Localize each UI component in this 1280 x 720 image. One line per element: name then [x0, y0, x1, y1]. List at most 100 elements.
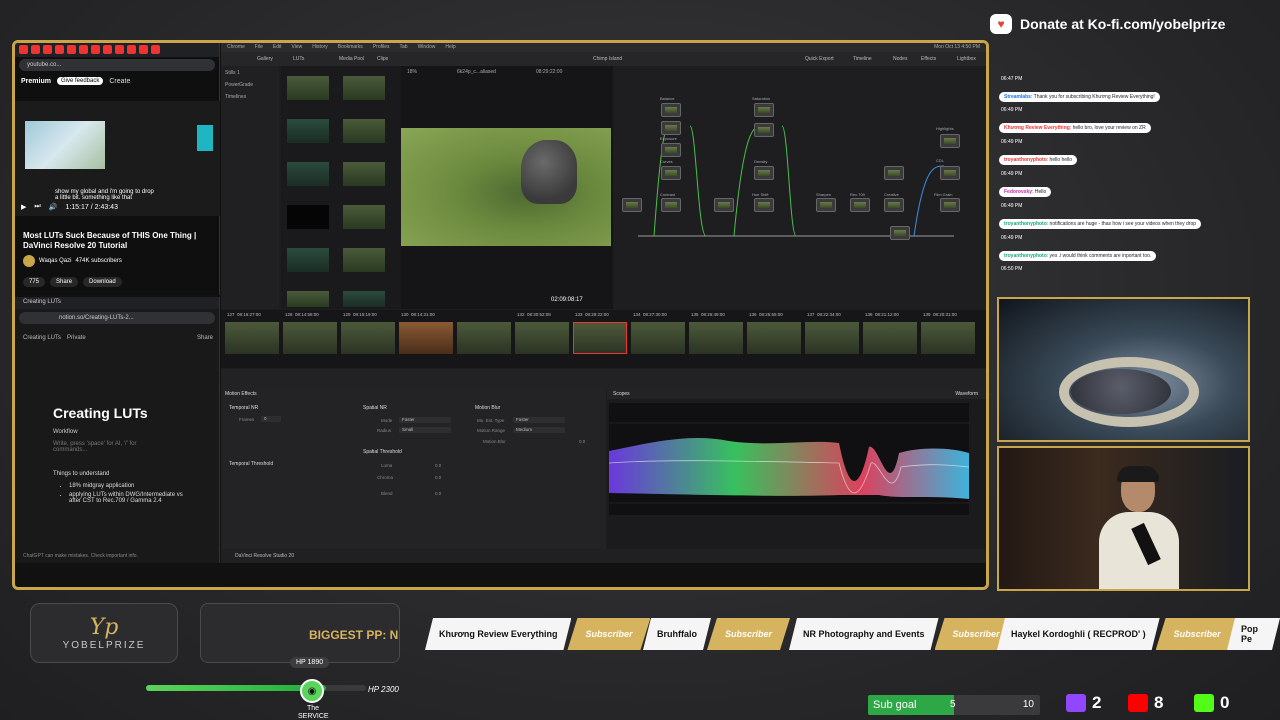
- feedback-button[interactable]: Give feedback: [56, 77, 104, 85]
- node-density[interactable]: [754, 166, 774, 180]
- timeline-clip[interactable]: [225, 322, 279, 354]
- gallery-item[interactable]: Timelines: [225, 94, 275, 100]
- menu-item[interactable]: File: [255, 44, 263, 51]
- nodes-button[interactable]: Nodes: [893, 56, 907, 62]
- still-thumbnail[interactable]: [287, 162, 329, 186]
- blend-value[interactable]: 0.0: [435, 491, 441, 496]
- notion-tab[interactable]: Creating LUTs: [15, 297, 219, 309]
- luma-value[interactable]: 0.0: [435, 463, 441, 468]
- share-button[interactable]: Share: [50, 277, 79, 287]
- still-thumbnail[interactable]: [343, 162, 385, 186]
- mode-dropdown[interactable]: Faster: [399, 417, 451, 423]
- node-contrast[interactable]: [661, 198, 681, 212]
- still-thumbnail[interactable]: [287, 76, 329, 100]
- node-film-grain[interactable]: [940, 198, 960, 212]
- menu-item[interactable]: Edit: [273, 44, 282, 51]
- node-creative[interactable]: [884, 198, 904, 212]
- node-highlights[interactable]: [940, 134, 960, 148]
- timeline-clip[interactable]: [283, 322, 337, 354]
- notion-share-button[interactable]: Share: [197, 335, 213, 341]
- still-thumbnail[interactable]: [343, 248, 385, 272]
- mo-est-dropdown[interactable]: Faster: [513, 417, 565, 423]
- node[interactable]: [884, 166, 904, 180]
- radius-dropdown[interactable]: Small: [399, 427, 451, 433]
- node[interactable]: [754, 123, 774, 137]
- still-thumbnail[interactable]: [287, 119, 329, 143]
- still-thumbnail[interactable]: [343, 76, 385, 100]
- timeline-clip[interactable]: [921, 322, 975, 354]
- node-cdl[interactable]: [940, 166, 960, 180]
- timeline-clip[interactable]: [863, 322, 917, 354]
- create-button[interactable]: Create: [109, 78, 130, 85]
- timeline-clip[interactable]: [631, 322, 685, 354]
- node-input[interactable]: [622, 198, 642, 212]
- still-thumbnail[interactable]: [287, 205, 329, 229]
- gallery-item[interactable]: Stills 1: [225, 70, 275, 76]
- quick-export-button[interactable]: Quick Export: [805, 56, 834, 62]
- frames-field[interactable]: 0: [261, 416, 281, 422]
- lightbox-button[interactable]: Lightbox: [957, 56, 976, 62]
- still-thumbnail[interactable]: [343, 291, 385, 307]
- editor-placeholder[interactable]: Write, press 'space' for AI, '/' for com…: [53, 441, 153, 453]
- node[interactable]: [714, 198, 734, 212]
- menu-item[interactable]: Profiles: [373, 44, 390, 51]
- like-button[interactable]: 775: [23, 277, 46, 287]
- still-thumbnail[interactable]: [343, 119, 385, 143]
- still-thumbnail[interactable]: [287, 248, 329, 272]
- donate-banner[interactable]: ♥ Donate at Ko-fi.com/yobelprize: [990, 10, 1280, 38]
- node[interactable]: [890, 226, 910, 240]
- timeline-clip[interactable]: [515, 322, 569, 354]
- zoom-level[interactable]: 18%: [407, 69, 417, 75]
- menu-item[interactable]: History: [312, 44, 328, 51]
- download-button[interactable]: Download: [83, 277, 122, 287]
- node-curves[interactable]: [661, 166, 681, 180]
- workflow-label[interactable]: Workflow: [53, 429, 78, 435]
- luts-tab[interactable]: LUTs: [293, 56, 304, 62]
- address-bar[interactable]: youtube.co...: [19, 59, 215, 71]
- menu-item[interactable]: Tab: [400, 44, 408, 51]
- node-saturation[interactable]: [754, 103, 774, 117]
- gallery-item[interactable]: PowerGrade: [225, 82, 275, 88]
- timeline-clip-selected[interactable]: [573, 322, 627, 354]
- node-balance[interactable]: [661, 103, 681, 117]
- youtube-logo[interactable]: Premium: [21, 78, 51, 85]
- node-sharpen[interactable]: [816, 198, 836, 212]
- media-pool-tab[interactable]: Media Pool: [339, 56, 364, 62]
- menu-item[interactable]: Window: [418, 44, 436, 51]
- still-thumbnail[interactable]: [287, 291, 329, 307]
- play-icon[interactable]: ▶: [21, 203, 26, 211]
- motion-blur-value[interactable]: 0.0: [579, 439, 585, 444]
- menu-item[interactable]: View: [291, 44, 302, 51]
- clips-tab[interactable]: Clips: [377, 56, 388, 62]
- timeline-clip[interactable]: [399, 322, 453, 354]
- gallery-tab[interactable]: Gallery: [257, 56, 273, 62]
- timeline-clip[interactable]: [341, 322, 395, 354]
- menu-item[interactable]: Help: [445, 44, 455, 51]
- node-exposure[interactable]: [661, 143, 681, 157]
- menu-item[interactable]: Chrome: [227, 44, 245, 51]
- volume-icon[interactable]: 🔊: [49, 203, 58, 211]
- motion-range-dropdown[interactable]: Medium: [513, 427, 565, 433]
- timeline-button[interactable]: Timeline: [853, 56, 872, 62]
- still-thumbnail[interactable]: [343, 205, 385, 229]
- timeline-clip[interactable]: [805, 322, 859, 354]
- browser-tabs[interactable]: [15, 43, 219, 57]
- channel-avatar[interactable]: [23, 255, 35, 267]
- chroma-value[interactable]: 0.0: [435, 475, 441, 480]
- timeline-clip[interactable]: [689, 322, 743, 354]
- channel-name[interactable]: Waqas Qazi: [39, 258, 71, 264]
- next-icon[interactable]: ⏭: [34, 203, 40, 211]
- menu-item[interactable]: Bookmarks: [338, 44, 363, 51]
- side-panel-icon[interactable]: [197, 125, 213, 151]
- notion-address-bar[interactable]: notion.so/Creating-LUTs-2...: [19, 312, 215, 324]
- timeline-clip[interactable]: [457, 322, 511, 354]
- effects-button[interactable]: Effects: [921, 56, 936, 62]
- node-hue-shift[interactable]: [754, 198, 774, 212]
- palette-toolbar[interactable]: [221, 369, 986, 389]
- timeline-clip[interactable]: [747, 322, 801, 354]
- video-player[interactable]: show my global and i'm going to drop a l…: [15, 101, 220, 216]
- color-viewer[interactable]: 18% 6k24p_c...aliased 08:29:22:00 02:09:…: [401, 66, 613, 309]
- node[interactable]: [661, 121, 681, 135]
- node-rec709[interactable]: [850, 198, 870, 212]
- list-item[interactable]: 18% midgray application: [69, 483, 191, 489]
